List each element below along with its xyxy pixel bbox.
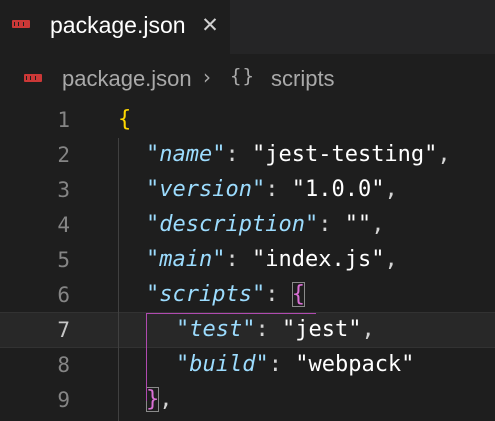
- json-value: "": [344, 212, 372, 237]
- colon: :: [255, 317, 282, 342]
- breadcrumb-file[interactable]: package.json: [62, 66, 192, 92]
- json-value: "jest": [281, 317, 362, 342]
- line-number: 6: [57, 283, 70, 307]
- json-key: "name": [146, 142, 226, 167]
- json-value: "index.js": [251, 247, 385, 272]
- line-number: 5: [57, 248, 70, 272]
- json-key: "description": [146, 212, 319, 237]
- code-line[interactable]: 6 "scripts": {: [0, 277, 495, 313]
- line-number: 9: [57, 388, 70, 412]
- json-key: "scripts": [146, 282, 266, 307]
- code-text: "description": "",: [146, 207, 384, 243]
- line-number: 3: [57, 178, 70, 202]
- code-line[interactable]: 3 "version": "1.0.0",: [0, 172, 495, 208]
- line-number: 8: [57, 353, 70, 377]
- comma: ,: [371, 212, 385, 237]
- open-brace: {: [118, 107, 132, 132]
- comma: ,: [361, 317, 375, 342]
- colon: :: [225, 247, 252, 272]
- code-line[interactable]: 4 "description": "",: [0, 207, 495, 243]
- colon: :: [318, 212, 345, 237]
- code-text: "scripts": {: [146, 277, 305, 313]
- bracket-pair-guide: [146, 313, 147, 401]
- code-line[interactable]: 9 },: [0, 382, 495, 418]
- code-line[interactable]: 2 "name": "jest-testing",: [0, 137, 495, 173]
- code-editor[interactable]: 1 { 2 "name": "jest-testing", 3 "version…: [0, 102, 495, 421]
- code-text: "main": "index.js",: [146, 242, 398, 278]
- indent-guide: [118, 138, 119, 421]
- npm-icon: [24, 74, 42, 82]
- json-key: "build": [176, 352, 269, 377]
- comma: ,: [384, 177, 398, 202]
- colon: :: [268, 352, 296, 377]
- code-line[interactable]: 1 {: [0, 102, 495, 138]
- comma: ,: [384, 247, 398, 272]
- tab-package-json[interactable]: package.json ✕: [0, 0, 230, 54]
- colon: :: [225, 142, 252, 167]
- line-number: 1: [57, 108, 70, 132]
- bracket-pair-guide-top: [146, 313, 316, 314]
- breadcrumb: package.json › {} scripts: [0, 54, 495, 102]
- line-number: 7: [57, 318, 70, 342]
- colon: :: [265, 177, 292, 202]
- code-text: "build": "webpack": [176, 347, 414, 383]
- npm-icon: [12, 20, 30, 28]
- tab-bar: package.json ✕: [0, 0, 495, 54]
- line-number: 4: [57, 213, 70, 237]
- json-value: "jest-testing": [251, 142, 438, 167]
- code-line-active[interactable]: 7 "test": "jest",: [0, 312, 495, 348]
- comma: ,: [159, 387, 173, 412]
- json-value: "webpack": [295, 352, 415, 377]
- line-number: 2: [57, 143, 70, 167]
- json-value: "1.0.0": [291, 177, 385, 202]
- json-key: "test": [176, 317, 256, 342]
- close-icon[interactable]: ✕: [199, 12, 221, 38]
- code-text: "test": "jest",: [176, 312, 375, 348]
- close-brace: }: [146, 387, 160, 412]
- json-key: "version": [146, 177, 266, 202]
- code-text: },: [146, 382, 173, 418]
- code-text: "name": "jest-testing",: [146, 137, 451, 173]
- code-text: {: [118, 102, 131, 138]
- code-line[interactable]: 5 "main": "index.js",: [0, 242, 495, 278]
- breadcrumb-symbol[interactable]: scripts: [271, 66, 335, 92]
- object-symbol-icon: {}: [230, 65, 255, 87]
- chevron-right-icon: ›: [203, 65, 211, 89]
- code-text: "version": "1.0.0",: [146, 172, 398, 208]
- colon: :: [265, 282, 292, 307]
- json-key: "main": [146, 247, 226, 272]
- comma: ,: [437, 142, 451, 167]
- code-line[interactable]: 8 "build": "webpack": [0, 347, 495, 383]
- open-brace: {: [291, 282, 305, 307]
- tab-title: package.json: [50, 12, 186, 38]
